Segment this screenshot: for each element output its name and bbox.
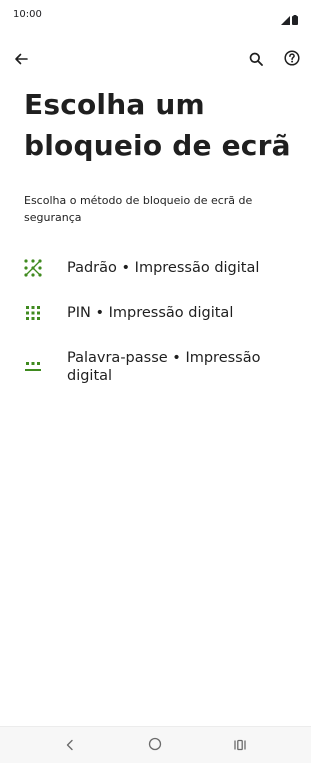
help-button[interactable] [278,46,306,74]
pin-icon [22,302,44,324]
home-icon [148,736,162,755]
option-label: Palavra-passe • Impressão digital [67,350,261,384]
back-icon [64,736,76,755]
option-pin-fingerprint[interactable]: PIN • Impressão digital [0,294,311,338]
recent-apps-icon [233,736,247,755]
password-icon [22,355,44,377]
back-arrow-icon [14,51,28,70]
nav-home-button[interactable] [143,733,167,757]
status-icons [281,10,298,29]
lock-options-list: Padrão • Impressão digital PIN • Impress… [0,248,311,384]
pattern-icon [22,257,44,279]
search-button[interactable] [242,46,270,74]
page-description: Escolha o método de bloqueio de ecrã de … [24,194,253,224]
back-button[interactable] [7,46,35,74]
option-pattern-fingerprint[interactable]: Padrão • Impressão digital [0,248,311,292]
app-bar [0,44,311,76]
navigation-bar [0,726,311,763]
status-bar: 10:00 [0,0,311,32]
nav-recent-apps-button[interactable] [228,733,252,757]
option-label: Padrão • Impressão digital [67,260,260,276]
battery-icon [292,10,298,29]
page-title: Escolha um bloqueio de ecrã [24,88,291,162]
help-icon [284,50,300,70]
search-icon [249,51,263,70]
nav-back-button[interactable] [58,733,82,757]
signal-icon [281,10,290,29]
option-password-fingerprint[interactable]: Palavra-passe • Impressão digital [0,348,311,396]
option-label: PIN • Impressão digital [67,305,234,321]
status-time: 10:00 [13,9,42,20]
